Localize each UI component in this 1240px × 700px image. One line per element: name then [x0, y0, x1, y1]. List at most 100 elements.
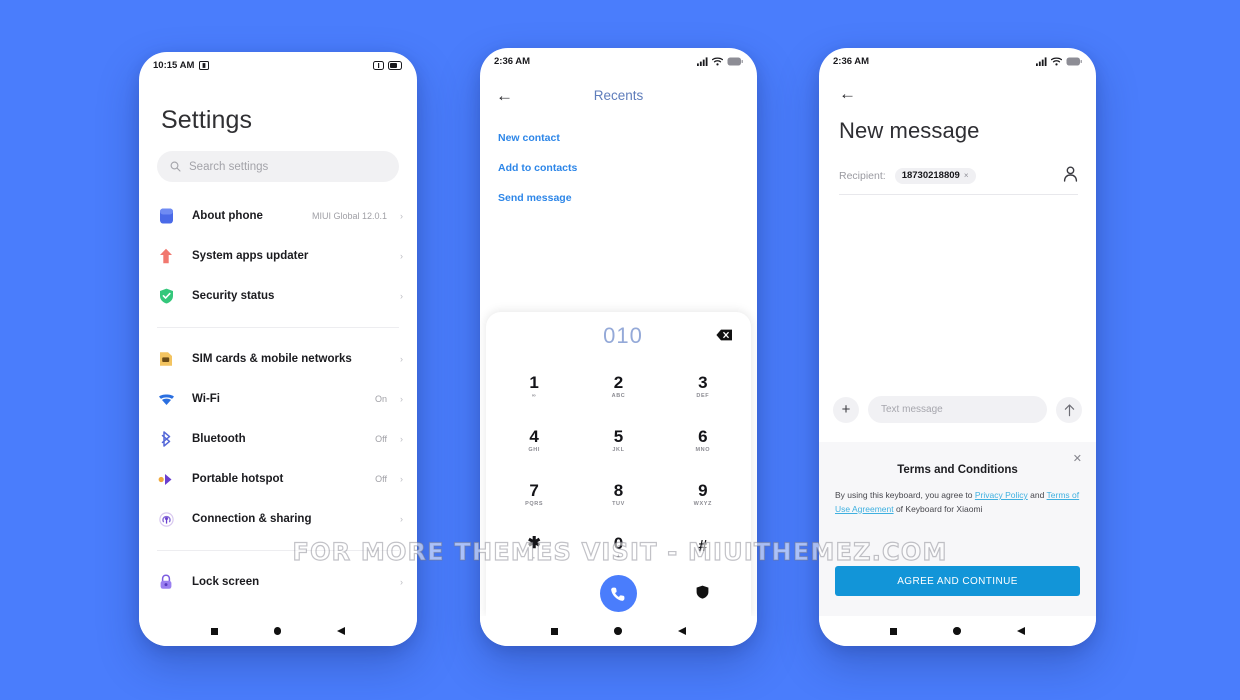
dial-key-hash[interactable]: #: [698, 538, 707, 558]
sidebar-item-value: Off: [375, 434, 387, 444]
dialer-shield-button[interactable]: [696, 585, 709, 603]
action-send-message[interactable]: Send message: [496, 183, 741, 213]
sidebar-item-wifi[interactable]: Wi-Fi On ›: [139, 379, 417, 419]
search-input[interactable]: Search settings: [157, 151, 399, 182]
sidebar-item-value: On: [374, 394, 387, 404]
message-input[interactable]: Text message: [868, 396, 1047, 423]
compose-row: + Text message: [819, 396, 1096, 423]
dial-key-6[interactable]: 6 MNO: [696, 428, 711, 454]
back-arrow-icon[interactable]: ←: [839, 84, 856, 103]
sidebar-item-security-status[interactable]: Security status ›: [139, 276, 417, 316]
sidebar-item-value: MIUI Global 12.0.1: [311, 211, 387, 221]
action-new-contact[interactable]: New contact: [496, 123, 741, 153]
recipient-chip[interactable]: 18730218809 ×: [894, 167, 976, 184]
dial-key-sub: GHI: [528, 446, 540, 453]
sidebar-item-lock-screen[interactable]: Lock screen ›: [139, 562, 417, 602]
back-button-icon[interactable]: [337, 627, 346, 635]
dial-key-2[interactable]: 2 ABC: [612, 374, 626, 400]
vibrate-icon: [373, 60, 384, 70]
chevron-right-icon: ›: [400, 514, 403, 524]
remove-recipient-icon[interactable]: ×: [964, 171, 969, 180]
dial-key-0[interactable]: 0 +: [614, 535, 623, 561]
agree-and-continue-button[interactable]: AGREE AND CONTINUE: [835, 566, 1080, 596]
sidebar-item-portable-hotspot[interactable]: Portable hotspot Off ›: [139, 459, 417, 499]
status-bar-dialer: 2:36 AM: [480, 48, 757, 74]
plus-icon[interactable]: +: [833, 396, 859, 423]
sidebar-item-label: Security status: [192, 290, 275, 302]
chevron-right-icon: ›: [400, 577, 403, 587]
dial-key-star[interactable]: ✱ ,: [527, 534, 541, 561]
dial-key-sub: +: [616, 554, 621, 561]
contact-picker-icon[interactable]: [1063, 166, 1078, 185]
search-icon: [170, 161, 181, 172]
privacy-policy-link[interactable]: Privacy Policy: [975, 490, 1028, 500]
dial-key-sub: WXYZ: [693, 500, 712, 507]
wifi-icon: [157, 390, 175, 408]
dial-key-5[interactable]: 5 JKL: [612, 428, 624, 454]
recipient-row: Recipient: 18730218809 ×: [839, 166, 1078, 195]
dial-key-number: 8: [613, 480, 624, 500]
chevron-right-icon: ›: [400, 434, 403, 444]
call-icon: [599, 575, 637, 612]
settings-screen: Settings Search settings About phone MIU…: [139, 78, 417, 616]
dialer-header: ← Recents: [496, 74, 741, 116]
dialer-action-list: New contact Add to contacts Send message: [496, 116, 741, 213]
dial-key-sub: ABC: [611, 393, 626, 400]
sidebar-item-sim-cards[interactable]: SIM cards & mobile networks ›: [139, 339, 417, 379]
home-button-icon[interactable]: [614, 627, 622, 635]
terms-text-1: By using this keyboard, you agree to: [835, 490, 975, 500]
recents-button-icon[interactable]: [210, 627, 218, 635]
divider: [157, 327, 399, 328]
dial-key-9[interactable]: 9 WXYZ: [694, 482, 712, 508]
dial-key-number: 5: [613, 426, 624, 446]
back-button-icon[interactable]: [1016, 627, 1025, 635]
home-button-icon[interactable]: [273, 627, 282, 635]
sidebar-item-system-apps-updater[interactable]: System apps updater ›: [139, 236, 417, 276]
screenshot-icon: [199, 60, 210, 70]
dial-key-number: 9: [698, 480, 708, 500]
action-add-to-contacts[interactable]: Add to contacts: [496, 153, 741, 183]
recents-button-icon[interactable]: [890, 627, 898, 635]
dial-key-3[interactable]: 3 DEF: [696, 374, 709, 400]
dial-key-sub: ∞: [531, 393, 537, 400]
connection-sharing-icon: [157, 510, 175, 528]
dialer-screen: ← Recents New contact Add to contacts Se…: [480, 74, 757, 616]
sidebar-item-connection-sharing[interactable]: Connection & sharing ›: [139, 499, 417, 539]
dial-key-number: 4: [529, 426, 539, 446]
signal-icon: [697, 56, 708, 66]
dial-key-number: ✱: [527, 534, 541, 552]
back-button-icon[interactable]: [677, 627, 686, 635]
wifi-icon: [712, 56, 723, 65]
page-title: Recents: [593, 87, 644, 103]
call-button[interactable]: [599, 575, 637, 612]
dial-display-row: 010: [486, 312, 751, 360]
signal-icon: [1036, 56, 1047, 66]
dial-key-number: 2: [613, 373, 624, 393]
dialed-number[interactable]: 010: [504, 323, 716, 349]
sidebar-item-bluetooth[interactable]: Bluetooth Off ›: [139, 419, 417, 459]
backspace-icon[interactable]: [716, 329, 733, 343]
recents-button-icon[interactable]: [551, 627, 559, 635]
chevron-right-icon: ›: [400, 291, 403, 301]
navigation-bar: [480, 616, 757, 646]
dial-key-8[interactable]: 8 TUV: [612, 482, 625, 508]
message-screen: ← New message Recipient: 18730218809 × +: [819, 74, 1096, 616]
sidebar-item-about-phone[interactable]: About phone MIUI Global 12.0.1 ›: [139, 196, 417, 236]
home-button-icon[interactable]: [953, 627, 961, 635]
dial-key-7[interactable]: 7 PQRS: [525, 482, 543, 508]
settings-list: About phone MIUI Global 12.0.1 › System …: [139, 196, 417, 602]
chevron-right-icon: ›: [400, 251, 403, 261]
dial-key-sub: TUV: [612, 500, 625, 507]
dial-key-sub: ,: [533, 553, 536, 560]
status-bar-settings: 10:15 AM: [139, 52, 417, 78]
dial-key-4[interactable]: 4 GHI: [528, 428, 540, 454]
wallpaper-stage: 10:15 AM Settings Search settings About …: [0, 0, 1240, 700]
chevron-right-icon: ›: [400, 354, 403, 364]
send-arrow-icon[interactable]: [1056, 396, 1082, 423]
close-icon[interactable]: ✕: [1073, 452, 1082, 465]
terms-panel: ✕ Terms and Conditions By using this key…: [819, 442, 1096, 616]
sidebar-item-label: Connection & sharing: [192, 513, 312, 525]
dial-key-1[interactable]: 1 ∞: [529, 374, 538, 400]
wifi-icon: [1051, 56, 1062, 65]
status-bar-message: 2:36 AM: [819, 48, 1096, 74]
